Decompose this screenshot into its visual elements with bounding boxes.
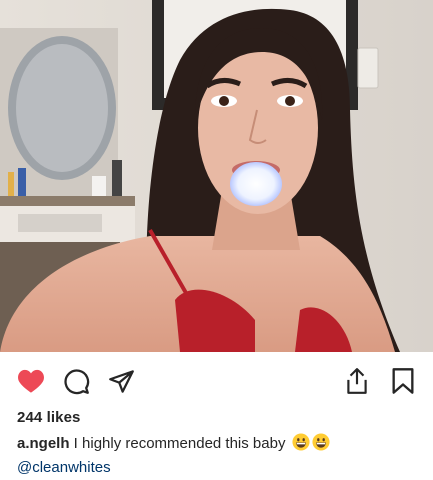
- grinning-face-emoji: [312, 433, 330, 457]
- paper-plane-icon[interactable]: [106, 366, 136, 396]
- post-photo[interactable]: [0, 0, 433, 352]
- caption-mention-link[interactable]: @cleanwhites: [17, 457, 417, 478]
- heart-icon[interactable]: [16, 366, 46, 396]
- post-caption: a.ngelh I highly recommended this baby @…: [17, 433, 417, 478]
- caption-text: I highly recommended this baby: [69, 435, 290, 452]
- comment-bubble-icon[interactable]: [61, 366, 91, 396]
- caption-username[interactable]: a.ngelh: [17, 435, 70, 452]
- post-action-bar: [0, 352, 433, 410]
- grinning-face-emoji: [292, 433, 310, 457]
- share-upload-icon[interactable]: [342, 366, 372, 396]
- selfie-photo-illustration: [0, 0, 433, 352]
- likes-count[interactable]: 244 likes: [17, 409, 80, 426]
- bookmark-icon[interactable]: [388, 366, 418, 396]
